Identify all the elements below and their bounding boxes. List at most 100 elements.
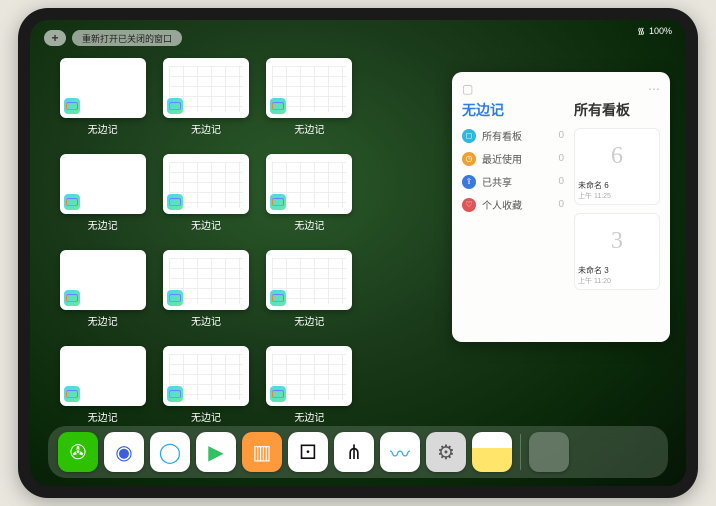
sidebar-item-label: 所有看板	[482, 128, 522, 143]
window-thumb[interactable]: 无边记	[56, 250, 149, 328]
board-card[interactable]: 3未命名 3上午 11:20	[574, 213, 660, 290]
window-label: 无边记	[294, 217, 324, 232]
board-title: 未命名 6	[578, 180, 656, 191]
freeform-panel[interactable]: ▢ ⋯ 无边记 ◻ 所有看板 0 ◷ 最近使用 0 ⇪ 已共享 0 ♡ 个人收藏 0 所有看板 6未命…	[452, 72, 670, 342]
dock-wechat-icon[interactable]: ✇	[58, 432, 98, 472]
window-thumb[interactable]: 无边记	[159, 250, 252, 328]
dock-dice-icon[interactable]: ⚀	[288, 432, 328, 472]
window-label: 无边记	[88, 121, 118, 136]
wifi-icon: ᯾	[637, 24, 645, 37]
sidebar-item-icon: ⇪	[462, 175, 476, 189]
window-label: 无边记	[294, 409, 324, 424]
more-icon[interactable]: ⋯	[648, 82, 660, 96]
panel-right-title: 所有看板	[574, 100, 660, 120]
window-thumb[interactable]: 无边记	[263, 58, 356, 136]
dock-freeform-icon[interactable]: 〰	[380, 432, 420, 472]
window-label: 无边记	[191, 313, 221, 328]
panel-left: 无边记 ◻ 所有看板 0 ◷ 最近使用 0 ⇪ 已共享 0 ♡ 个人收藏 0	[462, 100, 564, 332]
window-preview	[266, 58, 352, 118]
window-preview	[266, 250, 352, 310]
freeform-app-icon	[270, 98, 286, 114]
window-preview	[163, 250, 249, 310]
dock-separator	[520, 434, 521, 470]
window-thumb[interactable]: 无边记	[159, 154, 252, 232]
dock-settings-icon[interactable]: ⚙	[426, 432, 466, 472]
sidebar-item-label: 最近使用	[482, 151, 522, 166]
sidebar-toggle-icon[interactable]: ▢	[462, 82, 473, 96]
dock-notes-icon[interactable]	[472, 432, 512, 472]
sidebar-item[interactable]: ♡ 个人收藏 0	[462, 197, 564, 212]
board-preview: 6	[578, 132, 656, 180]
window-label: 无边记	[191, 409, 221, 424]
window-preview	[266, 346, 352, 406]
window-preview	[60, 154, 146, 214]
sidebar-item[interactable]: ◷ 最近使用 0	[462, 151, 564, 166]
window-preview	[163, 58, 249, 118]
freeform-app-icon	[167, 98, 183, 114]
window-grid: 无边记无边记无边记无边记无边记无边记无边记无边记无边记无边记无边记无边记	[56, 58, 356, 424]
dock-browser2-icon[interactable]: ◯	[150, 432, 190, 472]
sidebar-item-icon: ♡	[462, 198, 476, 212]
window-preview	[60, 58, 146, 118]
reopen-label: 重新打开已关闭的窗口	[82, 32, 172, 45]
window-preview	[163, 346, 249, 406]
sidebar-item-count: 0	[558, 176, 564, 187]
sidebar-item[interactable]: ⇪ 已共享 0	[462, 174, 564, 189]
window-thumb[interactable]: 无边记	[159, 346, 252, 424]
window-label: 无边记	[88, 217, 118, 232]
window-label: 无边记	[294, 313, 324, 328]
window-label: 无边记	[88, 409, 118, 424]
freeform-app-icon	[270, 194, 286, 210]
freeform-app-icon	[167, 194, 183, 210]
freeform-app-icon	[64, 290, 80, 306]
window-preview	[60, 346, 146, 406]
board-subtitle: 上午 11:25	[578, 191, 656, 201]
ipad-frame: ᯾ 100% + 重新打开已关闭的窗口 无边记无边记无边记无边记无边记无边记无边…	[18, 8, 698, 498]
window-thumb[interactable]: 无边记	[263, 154, 356, 232]
board-subtitle: 上午 11:20	[578, 276, 656, 286]
panel-left-title: 无边记	[462, 100, 564, 120]
sidebar-item-count: 0	[558, 153, 564, 164]
window-preview	[266, 154, 352, 214]
board-card[interactable]: 6未命名 6上午 11:25	[574, 128, 660, 205]
window-label: 无边记	[191, 217, 221, 232]
window-thumb[interactable]: 无边记	[56, 58, 149, 136]
freeform-app-icon	[64, 386, 80, 402]
window-preview	[60, 250, 146, 310]
window-thumb[interactable]: 无边记	[263, 250, 356, 328]
reopen-closed-window-button[interactable]: 重新打开已关闭的窗口	[72, 30, 182, 46]
window-preview	[163, 154, 249, 214]
sidebar-item-label: 已共享	[482, 174, 512, 189]
sidebar-item-count: 0	[558, 199, 564, 210]
window-thumb[interactable]: 无边记	[56, 346, 149, 424]
freeform-app-icon	[167, 290, 183, 306]
freeform-app-icon	[270, 290, 286, 306]
panel-body: 无边记 ◻所有看板0◷最近使用0⇪已共享0♡个人收藏0 所有看板 6未命名 6上…	[462, 100, 660, 332]
freeform-app-icon	[167, 386, 183, 402]
sidebar-item[interactable]: ◻ 所有看板 0	[462, 128, 564, 143]
plus-icon: +	[51, 31, 58, 45]
window-label: 无边记	[88, 313, 118, 328]
add-window-button[interactable]: +	[44, 30, 66, 46]
sidebar-item-count: 0	[558, 130, 564, 141]
dock-browser1-icon[interactable]: ◉	[104, 432, 144, 472]
dock-folder[interactable]	[529, 432, 569, 472]
screen: ᯾ 100% + 重新打开已关闭的窗口 无边记无边记无边记无边记无边记无边记无边…	[30, 20, 686, 486]
panel-right: 所有看板 6未命名 6上午 11:253未命名 3上午 11:20	[574, 100, 660, 332]
dock-books-icon[interactable]: ▥	[242, 432, 282, 472]
sidebar-item-icon: ◻	[462, 129, 476, 143]
window-label: 无边记	[191, 121, 221, 136]
freeform-app-icon	[270, 386, 286, 402]
board-preview: 3	[578, 217, 656, 265]
battery-label: 100%	[649, 26, 672, 36]
panel-top: ▢ ⋯	[462, 82, 660, 96]
dock-nodes-icon[interactable]: ⋔	[334, 432, 374, 472]
window-thumb[interactable]: 无边记	[263, 346, 356, 424]
dock-video-icon[interactable]: ▶	[196, 432, 236, 472]
sidebar-item-icon: ◷	[462, 152, 476, 166]
window-label: 无边记	[294, 121, 324, 136]
sidebar-item-label: 个人收藏	[482, 197, 522, 212]
window-thumb[interactable]: 无边记	[159, 58, 252, 136]
window-thumb[interactable]: 无边记	[56, 154, 149, 232]
status-bar: ᯾ 100%	[637, 24, 672, 37]
